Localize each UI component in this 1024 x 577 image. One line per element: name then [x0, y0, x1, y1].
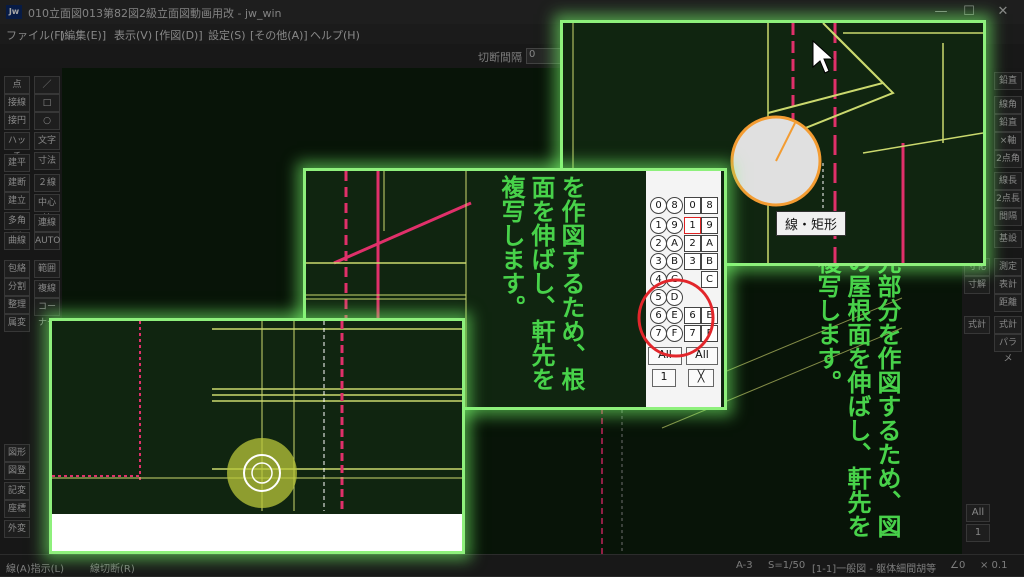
layer-button-9[interactable]: 9 — [666, 217, 683, 234]
tooltip-line-rect: 線・矩形 — [776, 211, 847, 236]
bottom-left-drawing — [52, 321, 462, 551]
white-band — [52, 514, 462, 551]
layer-hex-e[interactable]: E — [701, 307, 718, 324]
layer-button-3[interactable]: 3 — [650, 253, 667, 270]
layer-num-0[interactable]: 0 — [684, 197, 701, 214]
mouse-cursor-icon — [812, 39, 835, 74]
layer-button-2[interactable]: 2 — [650, 235, 667, 252]
layer-button-5[interactable]: 5 — [650, 289, 667, 306]
layer-button-7[interactable]: 7 — [650, 325, 667, 342]
layer-button-e[interactable]: E — [666, 307, 683, 324]
layer-button-a[interactable]: A — [666, 235, 683, 252]
layer-num-3[interactable]: 3 — [684, 253, 701, 270]
layer-num-6[interactable]: 6 — [684, 307, 701, 324]
layer-button-8[interactable]: 8 — [666, 197, 683, 214]
layer-button-6[interactable]: 6 — [650, 307, 667, 324]
center-caption: を作図するため、根面を伸ばし、軒先を複写します。 — [497, 175, 585, 391]
layer-number-button[interactable]: 1 — [652, 369, 676, 387]
roof-line-2 — [792, 32, 895, 134]
layer-hex-f[interactable]: F — [701, 325, 718, 342]
layer-hex-a[interactable]: A — [701, 235, 718, 252]
roof-extension-line — [333, 201, 472, 265]
layer-button-4[interactable]: 4 — [650, 271, 667, 288]
layer-all-left-button[interactable]: All — [648, 347, 682, 365]
layer-x-button[interactable]: ╳ — [688, 369, 714, 387]
background-caption: 先部分を作図するため、図の屋根面を伸ばし、軒先を複写します。 — [813, 250, 901, 538]
layer-button-b[interactable]: B — [666, 253, 683, 270]
layer-all-right-button[interactable]: All — [686, 347, 718, 365]
eave-line — [862, 132, 983, 154]
layer-hex-8[interactable]: 8 — [701, 197, 718, 214]
layer-button-f[interactable]: F — [666, 325, 683, 342]
layer-grid: 0 1 2 3 4 5 6 7 8 9 A B C D E F 0 1 2 3 … — [646, 171, 721, 407]
snap-marker-outer — [227, 438, 297, 508]
layer-num-7[interactable]: 7 — [684, 325, 701, 342]
layer-button-c[interactable]: C — [666, 271, 683, 288]
layer-num-1[interactable]: 1 — [684, 217, 701, 234]
layer-num-2[interactable]: 2 — [684, 235, 701, 252]
layer-button-0[interactable]: 0 — [650, 197, 667, 214]
layer-button-1[interactable]: 1 — [650, 217, 667, 234]
layer-hex-9[interactable]: 9 — [701, 217, 718, 234]
layer-hex-b[interactable]: B — [701, 253, 718, 270]
layer-hex-c[interactable]: C — [701, 271, 718, 288]
zoom-panel-bottom-left — [49, 318, 465, 554]
layer-button-d[interactable]: D — [666, 289, 683, 306]
